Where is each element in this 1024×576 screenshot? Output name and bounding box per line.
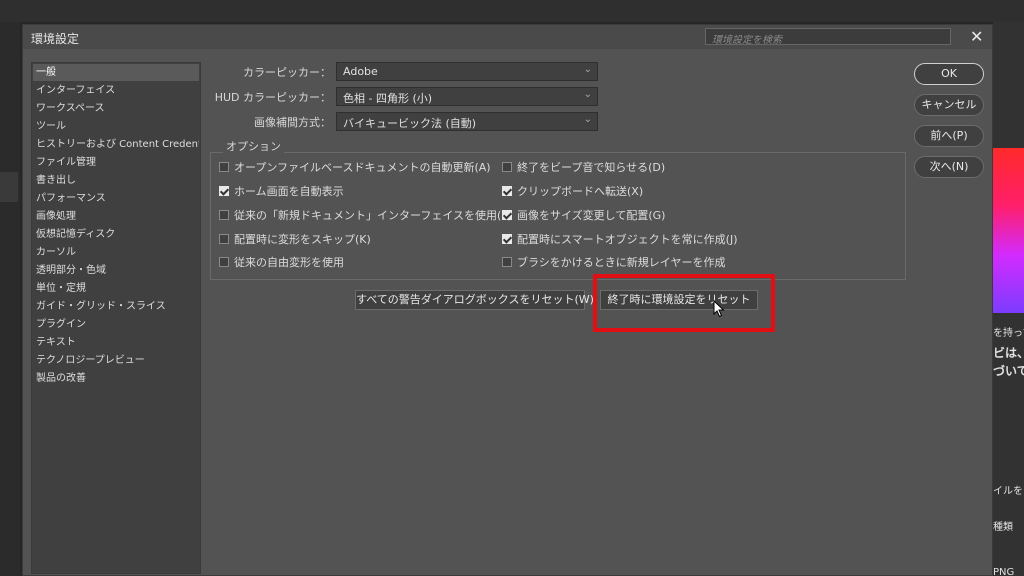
checkbox[interactable] xyxy=(219,210,229,220)
sidebar-item-performance[interactable]: パフォーマンス xyxy=(33,190,199,207)
chevron-down-icon: ⌄ xyxy=(583,114,592,125)
checkbox[interactable] xyxy=(502,210,512,220)
checkbox[interactable] xyxy=(502,186,512,196)
sidebar-item-guides-grid-slices[interactable]: ガイド・グリッド・スライス xyxy=(33,298,199,315)
hud-color-picker-select[interactable]: 色相 - 四角形 (小) ⌄ xyxy=(336,87,598,106)
sidebar-item-general[interactable]: 一般 xyxy=(33,64,199,81)
sidebar-item-plugins[interactable]: プラグイン xyxy=(33,316,199,333)
checkbox[interactable] xyxy=(219,162,229,172)
preferences-dialog: 環境設定 環境設定を検索 ✕ 一般 インターフェイス ワークスペース ツール ヒ… xyxy=(22,24,993,576)
left-panel-tab[interactable] xyxy=(0,172,18,202)
app-background-topbar xyxy=(0,0,1024,22)
bg-text-4: イルを xyxy=(993,486,1023,497)
option-label: 配置時に変形をスキップ(K) xyxy=(234,233,371,246)
checkbox[interactable] xyxy=(502,162,512,172)
checkbox[interactable] xyxy=(219,257,229,267)
sidebar-item-interface[interactable]: インターフェイス xyxy=(33,82,199,99)
sidebar-item-image-processing[interactable]: 画像処理 xyxy=(33,208,199,225)
option-legacy-free-transform[interactable]: 従来の自由変形を使用 xyxy=(219,254,344,270)
option-label: ブラシをかけるときに新規レイヤーを作成 xyxy=(517,256,726,269)
options-title: オプション xyxy=(223,138,284,154)
ok-button[interactable]: OK xyxy=(914,63,984,85)
reset-all-warnings-button[interactable]: すべての警告ダイアログボックスをリセット(W) xyxy=(355,290,594,310)
mouse-cursor-icon xyxy=(713,300,725,318)
option-resize-image-during-place[interactable]: 画像をサイズ変更して配置(G) xyxy=(502,207,665,223)
checkbox[interactable] xyxy=(502,257,512,267)
chevron-down-icon: ⌄ xyxy=(583,89,592,100)
option-label: 従来の自由変形を使用 xyxy=(234,256,344,269)
sidebar-item-file-handling[interactable]: ファイル管理 xyxy=(33,154,199,171)
bg-text-6: PNG xyxy=(993,567,1015,576)
bg-text-2: ビは、 xyxy=(993,346,1024,360)
dialog-titlebar: 環境設定 環境設定を検索 ✕ xyxy=(23,25,992,49)
sidebar-item-technology-previews[interactable]: テクノロジープレビュー xyxy=(33,352,199,369)
option-auto-show-home[interactable]: ホーム画面を自動表示 xyxy=(219,183,344,199)
option-label: オープンファイルベースドキュメントの自動更新(A) xyxy=(234,161,491,174)
sidebar-item-product-improvement[interactable]: 製品の改善 xyxy=(33,370,199,387)
dialog-title: 環境設定 xyxy=(31,32,80,46)
option-label: 終了をビープ音で知らせる(D) xyxy=(517,161,666,174)
sidebar-item-tools[interactable]: ツール xyxy=(33,118,199,135)
cancel-button[interactable]: キャンセル xyxy=(914,94,984,116)
option-label: 配置時にスマートオブジェクトを常に作成(J) xyxy=(517,233,738,246)
sidebar-item-cursors[interactable]: カーソル xyxy=(33,244,199,261)
option-skip-transform-on-place[interactable]: 配置時に変形をスキップ(K) xyxy=(219,231,371,247)
sidebar-item-transparency-gamut[interactable]: 透明部分・色域 xyxy=(33,262,199,279)
option-label: クリップボードへ転送(X) xyxy=(517,185,644,198)
highlight-box xyxy=(593,274,775,332)
option-label: ホーム画面を自動表示 xyxy=(234,185,344,198)
image-interpolation-value: バイキュービック法 (自動) xyxy=(343,117,477,130)
prev-button[interactable]: 前へ(P) xyxy=(914,125,984,147)
color-picker-value: Adobe xyxy=(343,65,378,78)
option-label: 画像をサイズ変更して配置(G) xyxy=(517,209,666,222)
checkbox[interactable] xyxy=(502,234,512,244)
option-beep-when-done[interactable]: 終了をビープ音で知らせる(D) xyxy=(502,159,665,175)
preferences-search-input[interactable]: 環境設定を検索 xyxy=(705,28,951,46)
option-export-clipboard[interactable]: クリップボードへ転送(X) xyxy=(502,183,643,199)
bg-text-1: を持って xyxy=(993,328,1024,339)
background-thumbnail xyxy=(993,148,1024,313)
option-label: 従来の「新規ドキュメント」インターフェイスを使用(L) xyxy=(234,209,512,222)
color-picker-select[interactable]: Adobe ⌄ xyxy=(336,62,598,81)
hud-color-picker-label: HUD カラーピッカー： xyxy=(214,91,331,104)
bg-text-3: づいて xyxy=(993,364,1024,378)
sidebar-item-units-rulers[interactable]: 単位・定規 xyxy=(33,280,199,297)
image-interpolation-select[interactable]: バイキュービック法 (自動) ⌄ xyxy=(336,112,598,131)
next-button[interactable]: 次へ(N) xyxy=(914,156,984,178)
app-background-right-panel: を持って ビは、 づいて イルを 種類 PNG xyxy=(993,22,1024,576)
checkbox[interactable] xyxy=(219,186,229,196)
bg-text-5: 種類 xyxy=(993,522,1013,533)
close-icon[interactable]: ✕ xyxy=(970,27,983,46)
sidebar-item-workspace[interactable]: ワークスペース xyxy=(33,100,199,117)
option-legacy-new-document[interactable]: 従来の「新規ドキュメント」インターフェイスを使用(L) xyxy=(219,207,512,223)
app-background-left-panel xyxy=(0,22,20,576)
checkbox[interactable] xyxy=(219,234,229,244)
preferences-sidebar: 一般 インターフェイス ワークスペース ツール ヒストリーおよび Content… xyxy=(31,62,201,574)
option-always-create-smart-objects[interactable]: 配置時にスマートオブジェクトを常に作成(J) xyxy=(502,231,738,247)
option-new-layer-when-brushing[interactable]: ブラシをかけるときに新規レイヤーを作成 xyxy=(502,254,725,270)
sidebar-item-history[interactable]: ヒストリーおよび Content Credentials xyxy=(33,136,199,153)
sidebar-item-type[interactable]: テキスト xyxy=(33,334,199,351)
sidebar-item-export[interactable]: 書き出し xyxy=(33,172,199,189)
image-interpolation-label: 画像補間方式： xyxy=(254,116,331,129)
sidebar-item-scratch-disks[interactable]: 仮想記憶ディスク xyxy=(33,226,199,243)
option-auto-update-open-docs[interactable]: オープンファイルベースドキュメントの自動更新(A) xyxy=(219,159,491,175)
chevron-down-icon: ⌄ xyxy=(583,64,592,75)
hud-color-picker-value: 色相 - 四角形 (小) xyxy=(343,92,433,105)
color-picker-label: カラーピッカー： xyxy=(243,66,331,79)
